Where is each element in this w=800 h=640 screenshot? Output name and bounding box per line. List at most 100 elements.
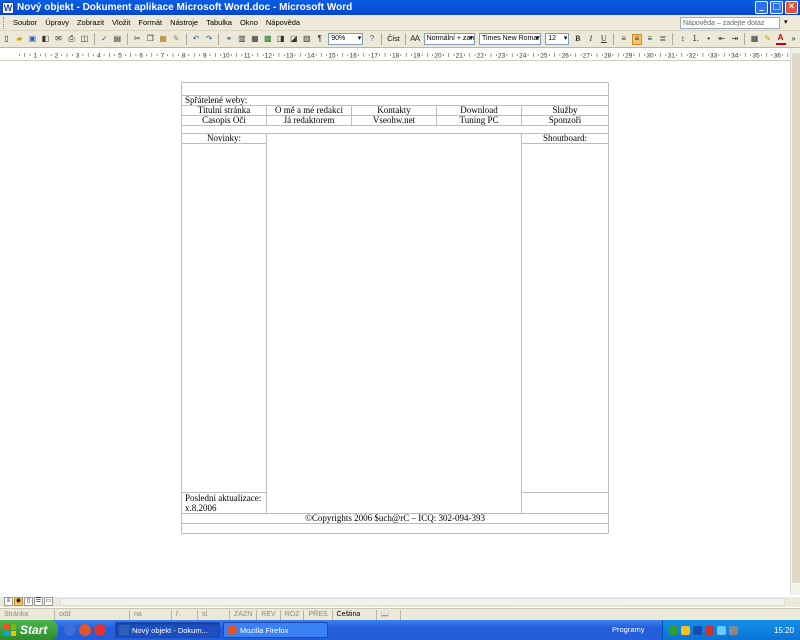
read-button[interactable]: Číst (387, 36, 399, 43)
help-icon[interactable]: ? (367, 34, 377, 45)
document-layout-table[interactable]: Spřátelené weby: Titulní stránka O mě a … (180, 82, 610, 534)
italic-button[interactable]: I (586, 34, 596, 45)
new-document-icon[interactable]: ▯ (2, 34, 12, 45)
status-rec[interactable]: ZÁZN (230, 609, 258, 620)
open-folder-icon[interactable]: ▰ (14, 34, 24, 45)
paste-icon[interactable]: ▦ (158, 34, 168, 45)
news-label[interactable]: Novinky: (181, 133, 267, 144)
vertical-scrollbar[interactable] (790, 48, 800, 595)
last-update-cell[interactable]: Poslední aktualizace: x.8.2006 (181, 492, 267, 514)
insert-excel-icon[interactable]: ▩ (263, 34, 273, 45)
cut-icon[interactable]: ✂ (132, 34, 142, 45)
normal-view-icon[interactable]: ≡ (4, 597, 13, 606)
menu-tabulka[interactable]: Tabulka (202, 18, 236, 27)
redo-icon[interactable]: ↷ (204, 34, 214, 45)
status-language[interactable]: Čeština (333, 609, 377, 620)
nav-cell-tuning[interactable]: Tuning PC (436, 115, 522, 126)
align-center-icon[interactable]: ≡ (631, 33, 642, 45)
ie-icon[interactable] (64, 624, 76, 636)
help-search-input[interactable]: Nápověda – zadejte dotaz (680, 17, 780, 29)
permission-icon[interactable]: ◧ (40, 34, 50, 45)
network-icon[interactable] (717, 625, 726, 635)
menu-vlozit[interactable]: Vložit (108, 18, 134, 27)
table-cell-empty[interactable] (180, 82, 610, 96)
shoutboard-label[interactable]: Shoutboard: (520, 133, 610, 144)
table-cell-spacer[interactable] (180, 125, 610, 134)
print-icon[interactable]: ⎙ (66, 34, 76, 45)
hyperlink-icon[interactable]: ⚭ (224, 34, 234, 45)
clock[interactable]: 15:20 (774, 626, 794, 635)
word-app-icon[interactable]: W (2, 1, 14, 14)
taskbar-item-firefox[interactable]: Mozilla Firefox (223, 622, 328, 638)
align-left-icon[interactable]: ≡ (619, 34, 629, 45)
table-cell-empty[interactable] (180, 523, 610, 534)
firefox-icon[interactable] (79, 624, 91, 636)
justify-icon[interactable]: ≣ (658, 34, 668, 45)
menu-zobrazit[interactable]: Zobrazit (73, 18, 108, 27)
maximize-button[interactable]: □ (770, 1, 783, 14)
outline-view-icon[interactable]: ☰ (34, 597, 43, 606)
status-ext[interactable]: ROZ (281, 609, 305, 620)
columns-icon[interactable]: ◨ (276, 34, 286, 45)
menu-okno[interactable]: Okno (236, 18, 262, 27)
show-hide-icon[interactable]: ¶ (315, 34, 325, 45)
nav-cell-vseohw[interactable]: Vseohw.net (351, 115, 437, 126)
opera-icon[interactable] (94, 624, 106, 636)
align-right-icon[interactable]: ≡ (645, 34, 655, 45)
horizontal-ruler[interactable]: 1 2 3 4 5 6 7 8 9 10 11 12 13 14 15 16 17 18 19 20 21 22 23 24 2… (0, 48, 790, 61)
undo-icon[interactable]: ↶ (191, 34, 201, 45)
save-icon[interactable]: ▣ (27, 34, 37, 45)
reading-layout-icon[interactable]: ▭ (44, 597, 53, 606)
decrease-indent-icon[interactable]: ⇤ (717, 34, 727, 45)
menu-napoveda[interactable]: Nápověda (262, 18, 304, 27)
line-spacing-icon[interactable]: ↕ (678, 34, 688, 45)
drawing-icon[interactable]: ◪ (289, 34, 299, 45)
print-preview-icon[interactable]: ◫ (79, 34, 89, 45)
font-color-button[interactable]: A (775, 33, 786, 45)
copy-icon[interactable]: ❐ (145, 34, 155, 45)
font-select[interactable]: Times New Roman (478, 33, 542, 45)
bullets-icon[interactable]: • (704, 34, 714, 45)
tray-app-icon[interactable] (681, 625, 690, 635)
close-button[interactable]: ✕ (785, 1, 798, 14)
menu-upravy[interactable]: Úpravy (41, 18, 73, 27)
research-icon[interactable]: ▤ (112, 34, 122, 45)
tray-app-icon[interactable] (705, 625, 714, 635)
nav-cell-download[interactable]: Download (436, 105, 522, 116)
news-content-cell[interactable] (181, 143, 267, 493)
help-dropdown-icon[interactable]: ▾ (784, 18, 792, 28)
shoutboard-content-cell[interactable] (520, 143, 610, 493)
style-select[interactable]: Normální + zarc (423, 33, 475, 45)
nav-cell-redaktorem[interactable]: Já redaktorem (266, 115, 352, 126)
insert-table-icon[interactable]: ▦ (250, 34, 260, 45)
styles-pane-icon[interactable]: Ꜳ (410, 34, 420, 45)
taskbar-item-word[interactable]: Nový objekt - Dokum... (115, 622, 220, 638)
volume-icon[interactable] (729, 625, 738, 635)
font-size-select[interactable]: 12 (545, 33, 570, 45)
menu-format[interactable]: Formát (134, 18, 166, 27)
horizontal-scrollbar[interactable] (60, 598, 785, 606)
tray-app-icon[interactable] (693, 625, 702, 635)
programs-toolbar[interactable]: Programy (612, 625, 645, 634)
vertical-scroll-thumb[interactable] (792, 53, 800, 583)
menu-soubor[interactable]: Soubor (9, 18, 41, 27)
print-layout-icon[interactable]: ▯ (24, 597, 33, 606)
nav-cell-casopis[interactable]: Časopis Oči (181, 115, 267, 126)
web-layout-icon[interactable]: ◉ (14, 597, 23, 606)
menu-nastroje[interactable]: Nástroje (166, 18, 202, 27)
tray-app-icon[interactable] (669, 625, 678, 635)
format-painter-icon[interactable]: ✎ (171, 34, 181, 45)
start-button[interactable]: Start (0, 620, 58, 640)
status-ovr[interactable]: PŘES (304, 609, 333, 620)
numbering-icon[interactable]: ⒈ (691, 34, 701, 45)
document-map-icon[interactable]: ▨ (302, 34, 312, 45)
bold-button[interactable]: B (573, 34, 583, 45)
toolbar-options-icon[interactable]: » (789, 34, 799, 45)
nav-cell-kontakty[interactable]: Kontakty (351, 105, 437, 116)
nav-cell-sluzby[interactable]: Služby (520, 105, 610, 116)
highlight-icon[interactable]: ✎ (763, 34, 773, 45)
underline-button[interactable]: U (599, 34, 609, 45)
table-cell-empty[interactable] (520, 492, 610, 514)
nav-cell-o-me[interactable]: O mě a mé redakci (266, 105, 352, 116)
increase-indent-icon[interactable]: ⇥ (730, 34, 740, 45)
